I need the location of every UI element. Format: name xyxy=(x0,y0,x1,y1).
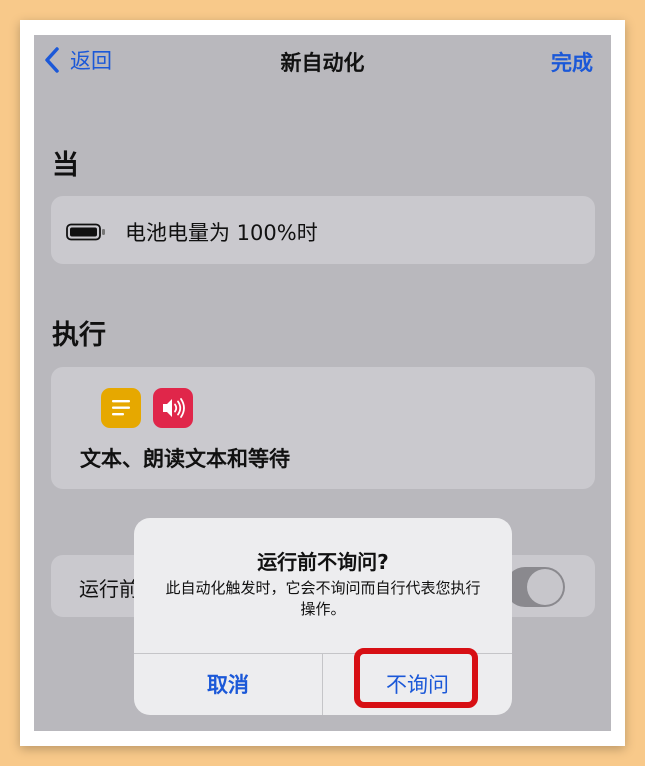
navigation-bar: 返回 新自动化 完成 xyxy=(34,35,611,95)
toggle-knob xyxy=(527,569,563,605)
run-row-label: 运行前 xyxy=(79,577,139,601)
alert-message: 此自动化触发时，它会不询问而自行代表您执行操作。 xyxy=(165,579,481,618)
phone-screen: 返回 新自动化 完成 当 电池电量为 100%时 执行 文本、朗读文本和等待 运… xyxy=(34,35,611,731)
text-icon xyxy=(101,388,141,428)
alert-title: 运行前不询问? xyxy=(257,550,389,574)
annotation-highlight-box xyxy=(354,648,478,708)
done-button[interactable]: 完成 xyxy=(551,47,593,77)
ask-before-running-toggle[interactable] xyxy=(505,567,565,607)
trigger-card[interactable]: 电池电量为 100%时 xyxy=(51,196,595,264)
actions-summary: 文本、朗读文本和等待 xyxy=(80,447,290,471)
cancel-button[interactable]: 取消 xyxy=(134,653,322,715)
trigger-label: 电池电量为 100%时 xyxy=(125,221,318,245)
battery-icon xyxy=(66,223,105,241)
actions-card[interactable]: 文本、朗读文本和等待 xyxy=(51,367,595,489)
page-title: 新自动化 xyxy=(280,51,365,75)
speak-text-icon xyxy=(153,388,193,428)
screenshot-frame: 返回 新自动化 完成 当 电池电量为 100%时 执行 文本、朗读文本和等待 运… xyxy=(20,20,625,746)
do-section-header: 执行 xyxy=(52,320,106,351)
when-section-header: 当 xyxy=(52,150,79,181)
